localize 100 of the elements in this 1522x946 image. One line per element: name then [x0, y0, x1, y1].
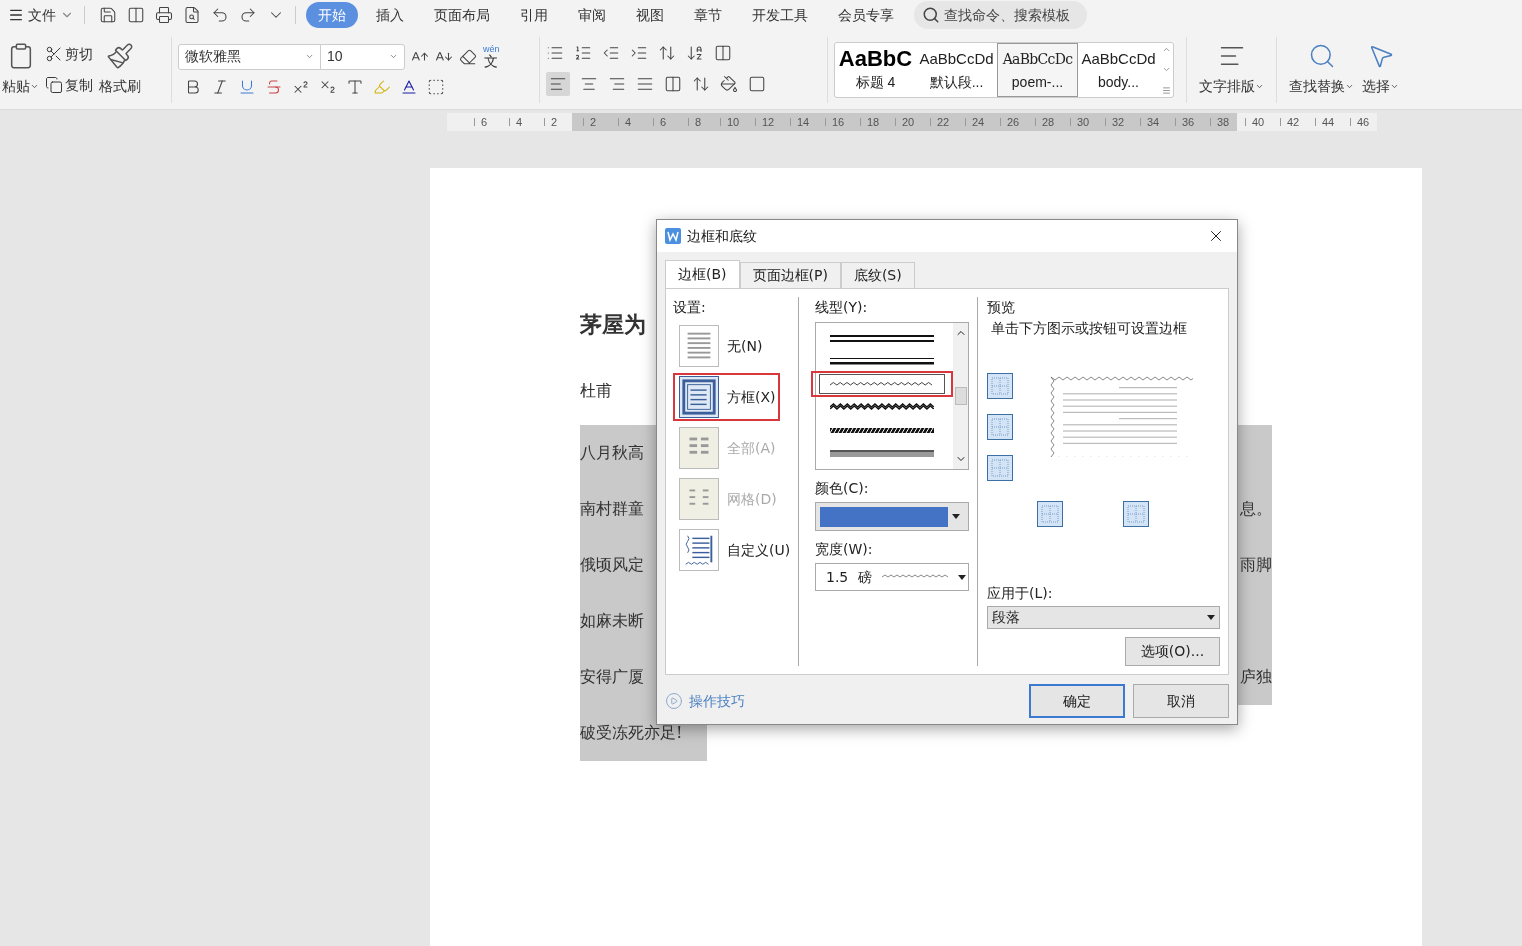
- tips-link[interactable]: 操作技巧: [665, 690, 745, 712]
- ok-button[interactable]: 确定: [1029, 684, 1125, 718]
- format-painter-button[interactable]: 格式刷: [99, 42, 141, 97]
- border-all-icon: [679, 427, 719, 469]
- numbered-list-icon[interactable]: [574, 43, 592, 62]
- ribbon-tab[interactable]: 视图: [624, 2, 676, 28]
- ribbon-tab[interactable]: 开发工具: [740, 2, 820, 28]
- dialog-tab[interactable]: 底纹(S): [840, 262, 915, 288]
- style-preset[interactable]: AaBbC 标题 4: [835, 42, 916, 97]
- ruler-number: 12: [761, 114, 775, 130]
- ribbon-tab[interactable]: 会员专享: [826, 2, 906, 28]
- expand-gallery-icon[interactable]: [1161, 85, 1171, 95]
- eraser-icon[interactable]: [459, 47, 477, 66]
- scrollbar[interactable]: [953, 323, 968, 469]
- border-setting-option[interactable]: 自定义(U): [679, 529, 791, 571]
- search-field[interactable]: 查找命令、搜索模板: [914, 1, 1087, 29]
- ruler-number: 2: [589, 114, 597, 130]
- character-shading-icon[interactable]: [427, 77, 445, 96]
- ruler-number: 18: [866, 114, 880, 130]
- ruler-number: 4: [624, 114, 632, 130]
- line-style-option[interactable]: [819, 374, 945, 394]
- print-icon[interactable]: [155, 6, 173, 24]
- phonetic-guide-button[interactable]: wén 文: [483, 45, 500, 68]
- poem-line: 俄顷风定: [580, 554, 644, 576]
- redo-icon[interactable]: [239, 6, 257, 24]
- font-name-field[interactable]: 微软雅黑: [178, 43, 321, 70]
- menu-icon: [8, 7, 24, 23]
- ruler-number: 46: [1356, 114, 1370, 130]
- apply-to-label: 应用于(L):: [987, 584, 1054, 603]
- copy-button[interactable]: 复制: [45, 74, 93, 96]
- poem-line: 破受冻死亦足!: [580, 722, 683, 744]
- play-icon: [665, 692, 683, 710]
- scrollbar-thumb[interactable]: [954, 387, 967, 405]
- border-icon[interactable]: [748, 74, 766, 93]
- border-grid-icon: [679, 478, 719, 520]
- print-preview-icon[interactable]: [183, 6, 201, 24]
- poem-line: 如麻未断: [580, 610, 644, 632]
- inner-horizontal-border-button[interactable]: [987, 414, 1013, 440]
- bottom-border-button[interactable]: [987, 455, 1013, 481]
- save-icon[interactable]: [99, 6, 117, 24]
- ruler-number: 30: [1076, 114, 1090, 130]
- width-dropdown[interactable]: 1.5 磅: [815, 563, 969, 591]
- border-setting-option[interactable]: 方框(X): [679, 376, 776, 418]
- shading-icon[interactable]: [720, 74, 738, 93]
- underline-icon[interactable]: [238, 77, 256, 96]
- apply-to-dropdown[interactable]: 段落: [987, 606, 1220, 629]
- options-button[interactable]: 选项(O)...: [1125, 637, 1220, 666]
- poem-line: 息。: [1240, 498, 1272, 520]
- select-button[interactable]: 选择: [1362, 42, 1399, 97]
- undo-icon[interactable]: [211, 6, 229, 24]
- dialog-title: 边框和底纹: [687, 226, 758, 246]
- caret-icon: [1390, 82, 1399, 91]
- text-layout-button[interactable]: 文字排版: [1199, 42, 1264, 97]
- caret-icon: [1255, 82, 1264, 91]
- style-preset[interactable]: AaBbCcDc poem-...: [997, 42, 1078, 97]
- top-border-button[interactable]: [987, 373, 1013, 399]
- ruler-number: 44: [1321, 114, 1335, 130]
- ruler-number: 6: [480, 114, 488, 130]
- poem-line: 雨脚: [1240, 554, 1272, 576]
- ribbon-tab[interactable]: 审阅: [566, 2, 618, 28]
- ruler-number: 22: [936, 114, 950, 130]
- border-setting-option[interactable]: 无(N): [679, 325, 763, 367]
- caret-icon: [30, 82, 39, 91]
- ruler-number: 26: [1006, 114, 1020, 130]
- ruler-number: 10: [726, 114, 740, 130]
- text-effect-icon[interactable]: [346, 77, 364, 96]
- poem-title: 茅屋为: [580, 310, 646, 339]
- ribbon-tab[interactable]: 章节: [682, 2, 734, 28]
- find-replace-button[interactable]: 查找替换: [1289, 42, 1354, 97]
- ruler-number: 4: [515, 114, 523, 130]
- italic-icon[interactable]: [211, 77, 229, 96]
- cancel-button[interactable]: 取消: [1133, 684, 1229, 718]
- ruler-number: 32: [1111, 114, 1125, 130]
- dropdown-arrow-icon: [952, 514, 960, 519]
- cut-button[interactable]: 剪切: [45, 43, 93, 65]
- sort-icon[interactable]: [686, 43, 704, 62]
- ruler-number: 14: [796, 114, 810, 130]
- line-spacing-icon[interactable]: [692, 74, 710, 93]
- dialog-tab[interactable]: 页面边框(P): [739, 262, 841, 288]
- ribbon-tab[interactable]: 插入: [364, 2, 416, 28]
- strikethrough-icon[interactable]: [265, 77, 283, 96]
- ruler-number: 40: [1251, 114, 1265, 130]
- align-left-icon[interactable]: [546, 71, 570, 96]
- font-size-field[interactable]: 10: [320, 43, 405, 70]
- file-menu[interactable]: 文件: [6, 4, 76, 26]
- caret-icon[interactable]: [305, 52, 314, 61]
- ribbon-tab[interactable]: 引用: [508, 2, 560, 28]
- style-preset[interactable]: AaBbCcDd body...: [1078, 42, 1159, 97]
- ruler-number: 16: [831, 114, 845, 130]
- poem-line: 庐独: [1240, 666, 1272, 688]
- color-dropdown[interactable]: [815, 502, 969, 531]
- left-border-button[interactable]: [1037, 501, 1063, 527]
- caret-icon[interactable]: [389, 52, 398, 61]
- text-direction-icon[interactable]: [658, 43, 676, 62]
- dialog-tab[interactable]: 边框(B): [665, 260, 740, 288]
- border-box-icon: [679, 376, 719, 418]
- right-border-button[interactable]: [1123, 501, 1149, 527]
- style-preset[interactable]: AaBbCcDd 默认段...: [916, 42, 997, 97]
- paste-button[interactable]: 粘贴: [2, 42, 39, 97]
- ribbon-tab[interactable]: 页面布局: [422, 2, 502, 28]
